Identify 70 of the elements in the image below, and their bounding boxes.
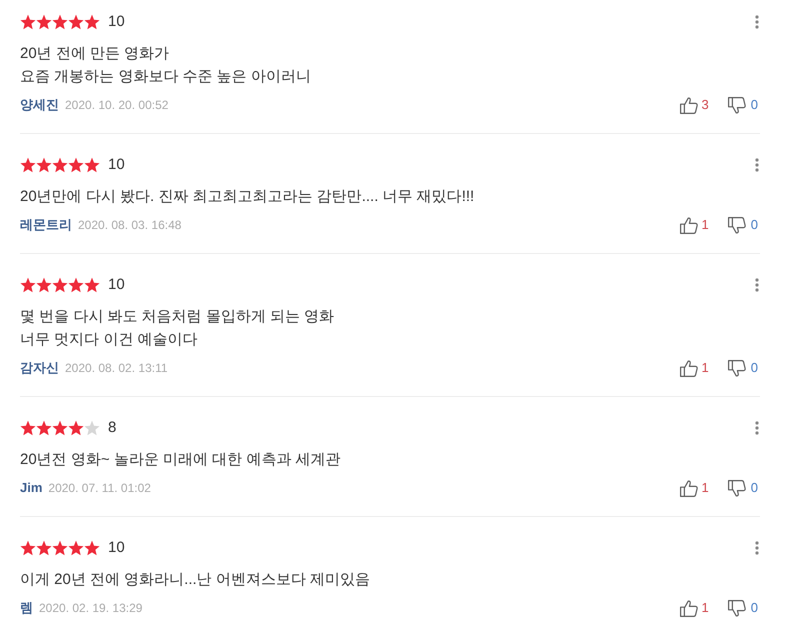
more-options-icon[interactable] — [755, 541, 759, 555]
star-icon — [52, 540, 68, 556]
star-icon — [68, 277, 84, 293]
star-icon — [84, 420, 100, 436]
star-icon — [36, 277, 52, 293]
rating-score: 8 — [108, 418, 116, 438]
thumbs-down-icon — [728, 360, 746, 376]
star-icon — [68, 157, 84, 173]
star-icon — [84, 157, 100, 173]
dislike-button[interactable]: 0 — [728, 479, 758, 497]
more-options-icon[interactable] — [755, 278, 759, 292]
like-button[interactable]: 1 — [680, 216, 709, 234]
dislike-button[interactable]: 0 — [728, 599, 758, 617]
dislike-button[interactable]: 0 — [728, 216, 758, 234]
review-text: 20년 전에 만든 영화가 요즘 개봉하는 영화보다 수준 높은 아이러니 — [20, 44, 312, 87]
star-icon — [84, 14, 100, 30]
star-icon — [84, 540, 100, 556]
thumbs-down-icon — [728, 96, 746, 114]
review-date: 2020. 08. 02. 13:11 — [65, 360, 168, 377]
review-text: 20년만에 다시 봤다. 진짜 최고최고최고라는 감탄만.... 너무 재밌다!!! — [20, 187, 476, 207]
review-date: 2020. 02. 19. 13:29 — [39, 600, 142, 617]
like-button[interactable]: 1 — [680, 359, 709, 377]
rating-score: 10 — [108, 155, 125, 175]
review-date: 2020. 10. 20. 00:52 — [65, 97, 168, 114]
reviewer-name[interactable]: 레몬트리 — [20, 216, 72, 234]
reviewer-name[interactable]: 양세진 — [20, 96, 59, 114]
thumbs-down-icon — [728, 600, 746, 616]
more-options-icon[interactable] — [755, 15, 759, 29]
star-icon — [36, 14, 52, 30]
thumbs-up-icon — [680, 600, 698, 616]
star-icon — [36, 540, 52, 556]
star-icon — [20, 420, 36, 436]
review-date: 2020. 08. 03. 16:48 — [78, 217, 182, 234]
thumbs-up-icon — [680, 360, 698, 376]
star-icon — [52, 157, 68, 173]
more-options-icon[interactable] — [755, 421, 759, 435]
thumbs-up-icon — [680, 96, 698, 114]
star-icon — [52, 277, 68, 293]
reviewer-name[interactable]: 감자신 — [20, 359, 59, 377]
star-icon — [20, 14, 36, 30]
reviewer-name[interactable]: 렘 — [20, 599, 33, 617]
rating-score: 10 — [108, 12, 125, 32]
more-options-icon[interactable] — [755, 158, 759, 172]
review-date: 2020. 07. 11. 01:02 — [48, 480, 151, 497]
review-text: 몇 번을 다시 봐도 처음처럼 몰입하게 되는 영화 너무 멋지다 이건 예술이다 — [20, 307, 336, 350]
thumbs-up-icon — [680, 216, 698, 234]
like-button[interactable]: 3 — [680, 96, 709, 114]
review-text: 20년전 영화~ 놀라운 미래에 대한 예측과 세계관 — [20, 450, 342, 470]
star-icon — [36, 157, 52, 173]
thumbs-up-icon — [680, 480, 698, 496]
star-icon — [36, 420, 52, 436]
thumbs-down-icon — [728, 480, 746, 496]
star-icon — [52, 14, 68, 30]
rating-score: 10 — [108, 275, 125, 295]
star-icon — [68, 420, 84, 436]
rating-score: 10 — [108, 538, 125, 558]
reviewer-name[interactable]: Jim — [20, 479, 42, 497]
star-icon — [20, 540, 36, 556]
like-button[interactable]: 1 — [680, 599, 709, 617]
star-icon — [84, 277, 100, 293]
dislike-button[interactable]: 0 — [728, 359, 758, 377]
star-icon — [20, 277, 36, 293]
star-icon — [68, 14, 84, 30]
star-icon — [20, 157, 36, 173]
review-text: 이게 20년 전에 영화라니...난 어벤져스보다 제미있음 — [20, 570, 372, 590]
star-icon — [52, 420, 68, 436]
dislike-button[interactable]: 0 — [728, 96, 758, 114]
star-icon — [68, 540, 84, 556]
like-button[interactable]: 1 — [680, 479, 709, 497]
thumbs-down-icon — [728, 216, 746, 234]
